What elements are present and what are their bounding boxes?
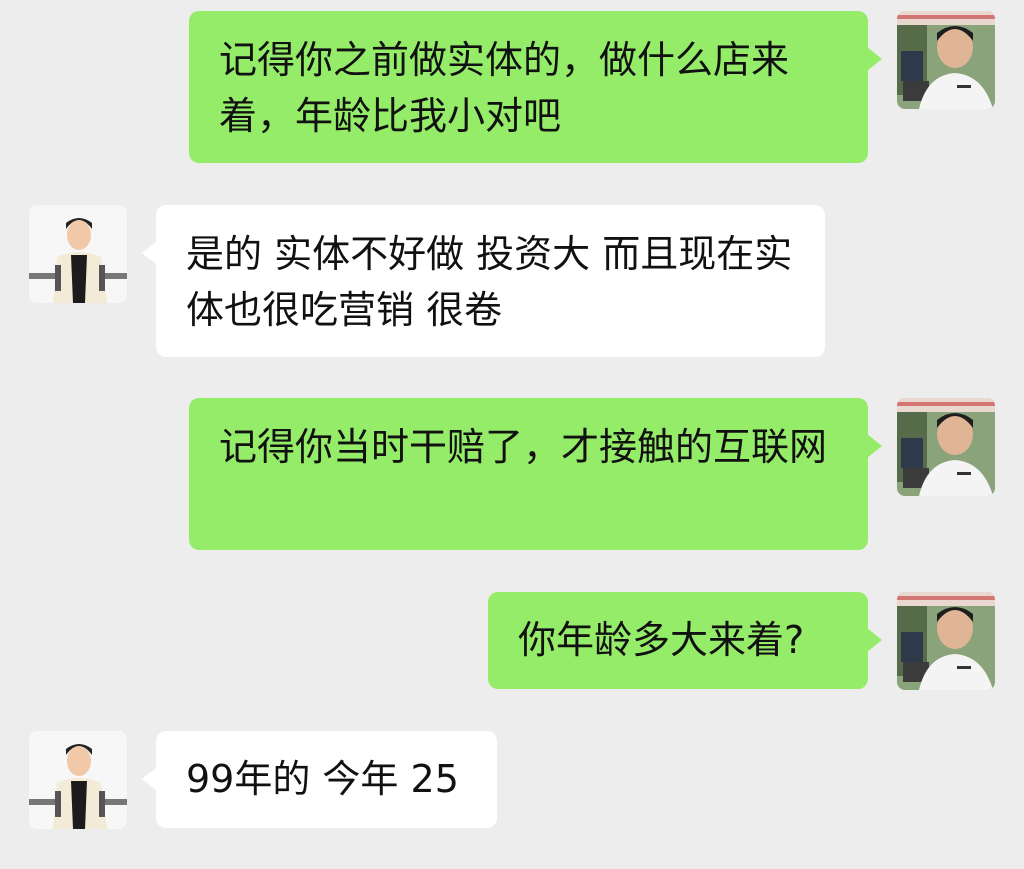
- other-avatar[interactable]: [29, 731, 127, 829]
- self-avatar[interactable]: [897, 398, 995, 496]
- message-text: 记得你之前做实体的，做什么店来着，年龄比我小对吧: [219, 38, 790, 138]
- message-bubble-self[interactable]: 记得你之前做实体的，做什么店来着，年龄比我小对吧: [189, 11, 882, 163]
- self-avatar[interactable]: [897, 592, 995, 690]
- self-photo-avatar-icon: [897, 11, 995, 109]
- message-text: 99年的 今年 25: [186, 757, 459, 801]
- message-bubble-other[interactable]: 99年的 今年 25: [142, 731, 497, 828]
- cartoon-person-avatar-icon: [29, 205, 127, 303]
- cartoon-person-avatar-icon: [29, 731, 127, 829]
- self-avatar[interactable]: [897, 11, 995, 109]
- other-avatar[interactable]: [29, 205, 127, 303]
- message-bubble-self[interactable]: 记得你当时干赔了，才接触的互联网: [189, 398, 882, 550]
- message-text: 是的 实体不好做 投资大 而且现在实体也很吃营销 很卷: [186, 232, 793, 332]
- message-text: 记得你当时干赔了，才接触的互联网: [219, 425, 828, 469]
- message-bubble-other[interactable]: 是的 实体不好做 投资大 而且现在实体也很吃营销 很卷: [142, 205, 825, 357]
- message-text: 你年龄多大来着?: [518, 618, 805, 662]
- chat-message-list[interactable]: 记得你之前做实体的，做什么店来着，年龄比我小对吧 是的 实体不好做 投资大 而且…: [0, 0, 1024, 869]
- message-bubble-self[interactable]: 你年龄多大来着?: [488, 592, 882, 689]
- self-photo-avatar-icon: [897, 592, 995, 690]
- self-photo-avatar-icon: [897, 398, 995, 496]
